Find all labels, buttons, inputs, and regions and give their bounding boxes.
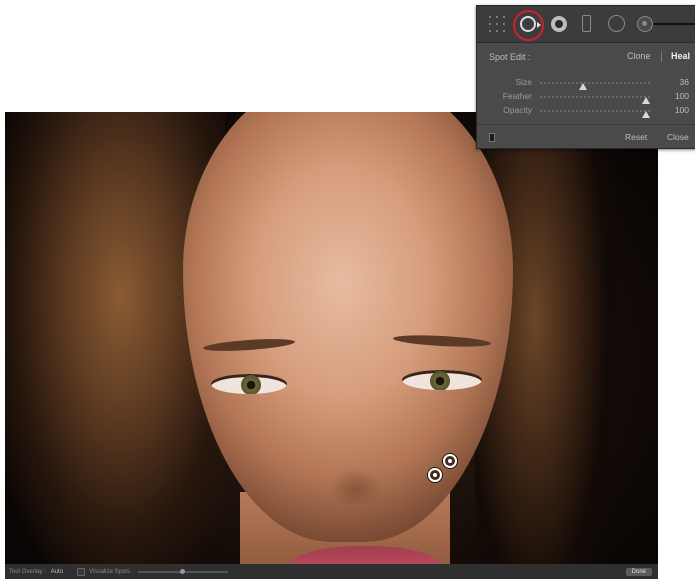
red-eye-icon[interactable] bbox=[551, 16, 567, 32]
size-label: Size bbox=[515, 77, 532, 87]
left-iris bbox=[241, 375, 261, 394]
selected-tool-highlight bbox=[513, 10, 544, 41]
visualize-spots-label: Visualize Spots bbox=[89, 568, 130, 575]
feather-label: Feather bbox=[502, 91, 532, 101]
tool-overlay-label: Tool Overlay : bbox=[9, 568, 46, 575]
opacity-slider-row: Opacity 100 bbox=[477, 104, 695, 118]
size-slider-row: Size 36 bbox=[477, 76, 695, 90]
reset-button[interactable]: Reset bbox=[625, 132, 647, 142]
tool-overlay-dropdown[interactable]: Auto bbox=[51, 569, 63, 575]
opacity-slider[interactable] bbox=[540, 110, 650, 118]
opacity-label: Opacity bbox=[503, 105, 532, 115]
heal-mode-button[interactable]: Heal bbox=[671, 51, 690, 61]
panel-footer: Reset Close bbox=[477, 124, 695, 149]
tool-strip bbox=[477, 6, 695, 43]
visualize-threshold-slider[interactable] bbox=[137, 568, 228, 574]
done-button[interactable]: Done bbox=[625, 567, 652, 576]
bottom-toolbar: Tool Overlay : Auto Visualize Spots Done bbox=[5, 564, 658, 579]
feather-slider[interactable] bbox=[540, 96, 650, 104]
graduated-filter-icon[interactable] bbox=[582, 15, 591, 32]
visualize-spots-checkbox[interactable] bbox=[77, 567, 86, 576]
spot-heal-pin-1[interactable] bbox=[443, 454, 457, 468]
grid-icon[interactable] bbox=[489, 16, 505, 32]
mode-divider bbox=[661, 51, 662, 62]
radial-filter-icon[interactable] bbox=[608, 15, 625, 32]
spot-edit-mode-row: Spot Edit : Clone Heal bbox=[477, 43, 695, 69]
size-value[interactable]: 36 bbox=[680, 77, 689, 87]
opacity-value[interactable]: 100 bbox=[675, 105, 689, 115]
size-slider-thumb[interactable] bbox=[578, 83, 587, 90]
right-iris bbox=[430, 371, 450, 390]
panel-toggle-switch[interactable] bbox=[489, 133, 495, 142]
spot-heal-pin-2[interactable] bbox=[428, 468, 442, 482]
clone-mode-button[interactable]: Clone bbox=[627, 51, 651, 61]
photo-canvas[interactable] bbox=[5, 112, 658, 564]
feather-slider-thumb[interactable] bbox=[642, 97, 650, 104]
slider-thumb[interactable] bbox=[179, 568, 185, 574]
feather-slider-row: Feather 100 bbox=[477, 90, 695, 104]
close-button[interactable]: Close bbox=[667, 132, 689, 142]
opacity-slider-thumb[interactable] bbox=[642, 111, 650, 118]
spot-edit-title: Spot Edit : bbox=[489, 52, 531, 62]
right-eye bbox=[402, 370, 482, 390]
size-slider[interactable] bbox=[540, 82, 650, 90]
spot-edit-panel: Spot Edit : Clone Heal Size 36 Feather 1… bbox=[476, 5, 695, 149]
left-eye bbox=[211, 374, 287, 394]
feather-value[interactable]: 100 bbox=[675, 91, 689, 101]
nose bbox=[317, 412, 395, 504]
adjustment-brush-icon[interactable] bbox=[637, 16, 653, 32]
